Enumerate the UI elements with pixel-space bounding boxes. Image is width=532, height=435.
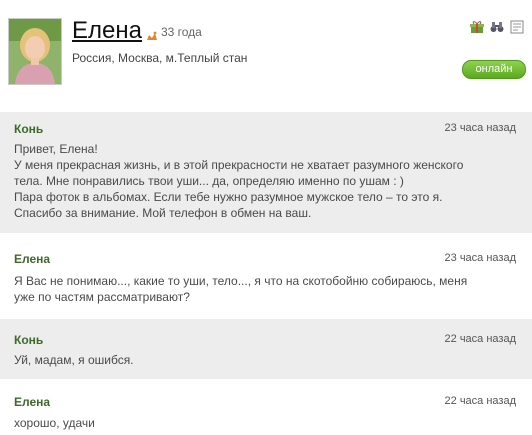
message-text: Уй, мадам, я ошибся.	[14, 352, 519, 368]
message-text: Привет, Елена! У меня прекрасная жизнь, …	[14, 141, 519, 221]
profile-location: Россия, Москва, м.Теплый стан	[72, 51, 248, 65]
message-time: 22 часа назад	[444, 333, 516, 345]
message-line: Пара фоток в альбомах. Если тебе нужно р…	[14, 190, 443, 204]
profile-name-link[interactable]: Елена	[72, 18, 142, 44]
message-line: уже по частям рассматривают?	[14, 290, 190, 304]
avatar-photo	[9, 19, 61, 84]
message-item: Конь 23 часа назад Привет, Елена! У меня…	[0, 112, 532, 233]
message-time: 23 часа назад	[444, 122, 516, 134]
message-item: Елена 22 часа назад хорошо, удачи	[0, 379, 532, 435]
message-item: Елена 23 часа назад Я Вас не понимаю...,…	[0, 233, 532, 319]
message-line: тела. Мне понравились твои уши... да, оп…	[14, 174, 404, 188]
message-line: Я Вас не понимаю..., какие то уши, тело.…	[14, 274, 468, 288]
avatar[interactable]	[8, 18, 62, 85]
report-icon[interactable]	[510, 20, 524, 34]
binoculars-icon[interactable]	[490, 20, 504, 34]
name-row: Елена 33 года	[72, 16, 202, 44]
profile-tools	[470, 20, 524, 34]
message-line: Уй, мадам, я ошибся.	[14, 353, 134, 367]
profile-age: 33 года	[160, 25, 202, 39]
message-item: Конь 22 часа назад Уй, мадам, я ошибся.	[0, 319, 532, 379]
message-line: хорошо, удачи	[14, 416, 95, 430]
message-author[interactable]: Конь	[14, 122, 43, 136]
message-line: Спасибо за внимание. Мой телефон в обмен…	[14, 206, 312, 220]
gift-icon[interactable]	[470, 20, 484, 34]
message-text: хорошо, удачи	[14, 415, 519, 431]
zodiac-icon	[146, 28, 158, 40]
message-time: 23 часа назад	[444, 252, 516, 264]
message-text: Я Вас не понимаю..., какие то уши, тело.…	[14, 273, 519, 305]
online-status-button[interactable]: онлайн	[462, 60, 526, 79]
message-time: 22 часа назад	[444, 395, 516, 407]
message-line: У меня прекрасная жизнь, и в этой прекра…	[14, 158, 464, 172]
message-author[interactable]: Конь	[14, 333, 43, 347]
message-author[interactable]: Елена	[14, 395, 50, 409]
message-author[interactable]: Елена	[14, 252, 50, 266]
message-line: Привет, Елена!	[14, 142, 98, 156]
profile-header: Елена 33 года Россия, Москва, м.Теплый с…	[0, 0, 532, 100]
